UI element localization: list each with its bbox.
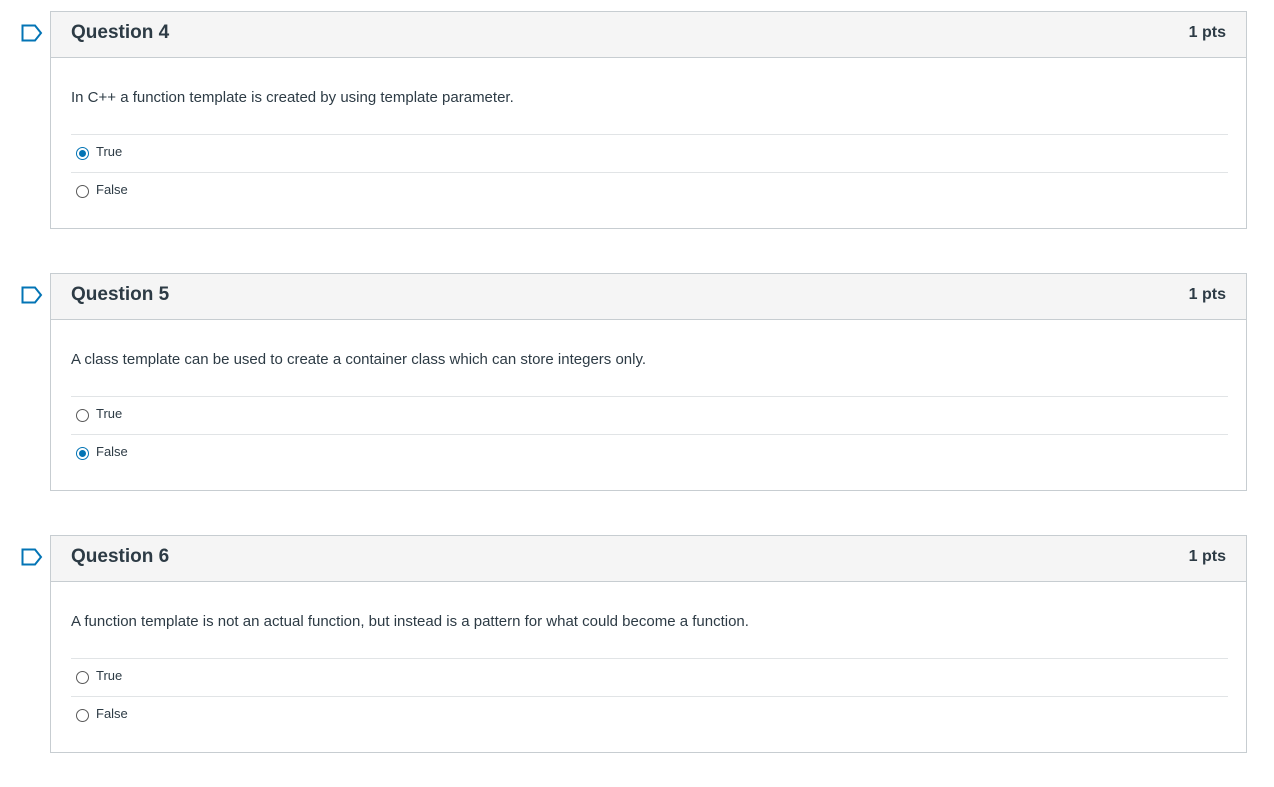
question-text: A class template can be used to create a… bbox=[71, 351, 647, 368]
question-header: Question 4 1 pts bbox=[51, 12, 1246, 58]
answer-true[interactable]: True bbox=[71, 396, 1228, 434]
flag-question-icon[interactable] bbox=[21, 286, 43, 304]
question-points: 1 pts bbox=[1188, 548, 1226, 565]
flag-question-icon[interactable] bbox=[21, 24, 43, 42]
flag-question-icon[interactable] bbox=[21, 548, 43, 566]
question-text: A function template is not an actual fun… bbox=[71, 613, 749, 630]
question-card: Question 6 1 pts A function template is … bbox=[50, 535, 1247, 753]
radio-button[interactable] bbox=[76, 671, 89, 684]
radio-button-selected[interactable] bbox=[76, 147, 89, 160]
question-card: Question 5 1 pts A class template can be… bbox=[50, 273, 1247, 491]
question-header: Question 5 1 pts bbox=[51, 274, 1246, 320]
question-title: Question 5 bbox=[71, 284, 170, 305]
question-title: Question 6 bbox=[71, 546, 170, 567]
question-card: Question 4 1 pts In C++ a function templ… bbox=[50, 11, 1247, 229]
radio-button[interactable] bbox=[76, 409, 89, 422]
answer-true[interactable]: True bbox=[71, 134, 1228, 172]
question-text: In C++ a function template is created by… bbox=[71, 89, 514, 106]
radio-button-selected[interactable] bbox=[76, 447, 89, 460]
answer-label: False bbox=[96, 444, 128, 459]
question-points: 1 pts bbox=[1188, 286, 1226, 303]
question-title: Question 4 bbox=[71, 22, 170, 43]
answer-false[interactable]: False bbox=[71, 434, 1228, 472]
radio-button[interactable] bbox=[76, 709, 89, 722]
answer-label: False bbox=[96, 182, 128, 197]
radio-button[interactable] bbox=[76, 185, 89, 198]
answer-true[interactable]: True bbox=[71, 658, 1228, 696]
answer-label: True bbox=[96, 406, 123, 421]
question-points: 1 pts bbox=[1188, 24, 1226, 41]
answer-label: True bbox=[96, 668, 123, 683]
answer-label: True bbox=[96, 144, 123, 159]
answer-false[interactable]: False bbox=[71, 172, 1228, 210]
question-header: Question 6 1 pts bbox=[51, 536, 1246, 582]
answer-false[interactable]: False bbox=[71, 696, 1228, 734]
answer-label: False bbox=[96, 706, 128, 721]
